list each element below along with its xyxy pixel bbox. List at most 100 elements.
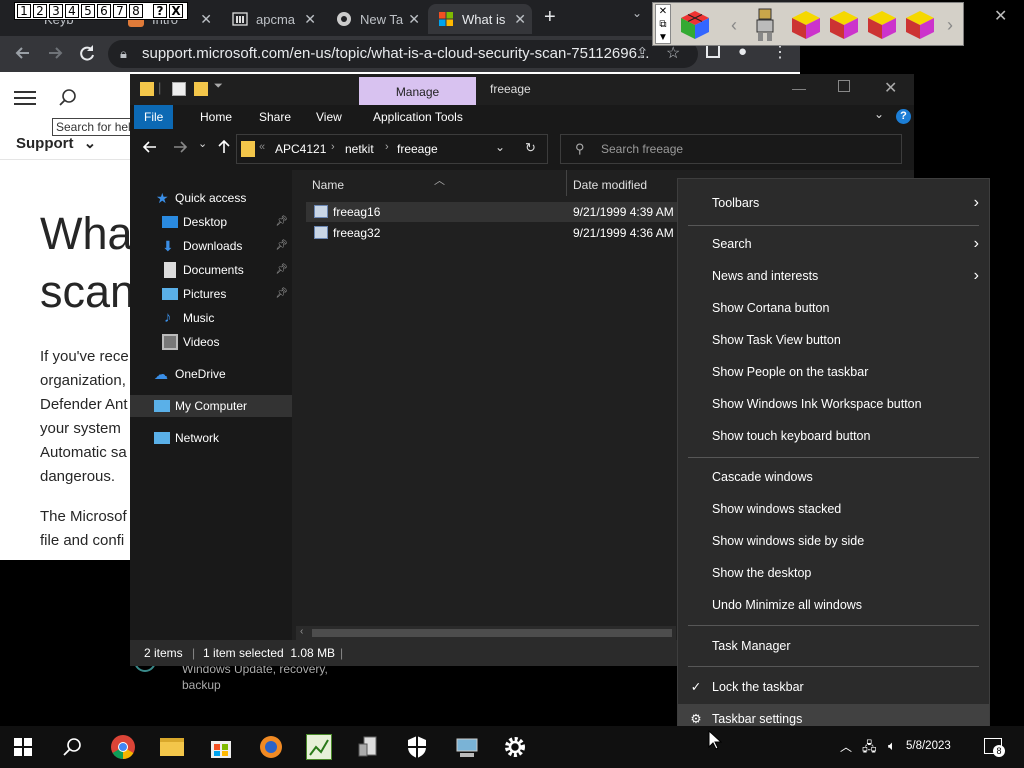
properties-icon[interactable] bbox=[172, 82, 186, 96]
help-button[interactable]: ? bbox=[153, 4, 167, 18]
close-icon[interactable]: ✕ bbox=[304, 11, 316, 28]
hamburger-menu-icon[interactable] bbox=[14, 90, 36, 106]
tab-share[interactable]: Share bbox=[247, 105, 303, 129]
nav-desktop[interactable]: Desktop 📌︎ bbox=[130, 211, 292, 233]
restore-icon[interactable]: ⧉ bbox=[656, 18, 670, 31]
tools-icon[interactable] bbox=[356, 734, 382, 760]
nav-onedrive[interactable]: ☁ OneDrive bbox=[130, 363, 292, 385]
tab-apcma[interactable]: apcma ✕ bbox=[222, 4, 322, 34]
robot-icon[interactable] bbox=[749, 7, 781, 43]
nav-downloads[interactable]: ⬇ Downloads 📌︎ bbox=[130, 235, 292, 257]
pin-icon[interactable]: 📌︎ bbox=[275, 259, 288, 281]
tab-file[interactable]: File bbox=[134, 105, 174, 129]
number-button[interactable]: 8 bbox=[129, 4, 143, 18]
menu-item-task-manager[interactable]: Task Manager bbox=[678, 631, 989, 661]
pin-icon[interactable]: 📌︎ bbox=[275, 283, 288, 305]
chart-app-icon[interactable] bbox=[306, 734, 332, 760]
close-icon[interactable]: ✕ bbox=[994, 6, 1007, 26]
search-icon[interactable] bbox=[58, 88, 78, 108]
store-icon[interactable] bbox=[208, 734, 234, 760]
taskbar-clock-date[interactable]: 5/8/2023 bbox=[906, 740, 951, 752]
nav-quick-access[interactable]: ★ Quick access bbox=[130, 187, 292, 209]
column-divider[interactable] bbox=[566, 170, 567, 196]
chrome-icon[interactable] bbox=[110, 734, 136, 760]
close-icon[interactable]: ✕ bbox=[884, 78, 897, 98]
menu-item-news-and-interests[interactable]: News and interests › bbox=[678, 261, 989, 291]
number-button[interactable]: 5 bbox=[81, 4, 95, 18]
number-button[interactable]: 4 bbox=[65, 4, 79, 18]
forward-arrow-icon[interactable] bbox=[172, 139, 188, 155]
menu-item-toolbars[interactable]: Toolbars › bbox=[678, 188, 989, 218]
cubes-icon[interactable] bbox=[827, 9, 861, 41]
scroll-right-icon[interactable]: › bbox=[947, 15, 953, 36]
scroll-left-icon[interactable]: ‹ bbox=[731, 15, 737, 36]
nav-documents[interactable]: Documents 📌︎ bbox=[130, 259, 292, 281]
menu-item-show-windows-stacked[interactable]: Show windows stacked bbox=[678, 494, 989, 524]
app-icon[interactable] bbox=[258, 734, 284, 760]
file-explorer-icon[interactable] bbox=[160, 738, 184, 756]
expand-ribbon-icon[interactable]: ⌄ bbox=[874, 107, 884, 121]
breadcrumb-freeage[interactable]: freeage bbox=[397, 142, 438, 156]
volume-icon[interactable]: 🔈︎ bbox=[888, 738, 896, 754]
menu-item-lock-taskbar[interactable]: ✓ Lock the taskbar bbox=[678, 672, 989, 702]
close-icon[interactable]: ✕ bbox=[200, 11, 212, 28]
menu-item-show-task-view[interactable]: Show Task View button bbox=[678, 325, 989, 355]
cubes-icon[interactable] bbox=[865, 9, 899, 41]
nav-music[interactable]: ♪ Music bbox=[130, 307, 292, 329]
network-status-icon[interactable]: 🖧︎ bbox=[862, 738, 877, 760]
support-nav-label[interactable]: Support ⌄ bbox=[16, 134, 96, 152]
tab-view[interactable]: View bbox=[304, 105, 354, 129]
pin-icon[interactable]: 📌︎ bbox=[275, 211, 288, 233]
show-hidden-icons-icon[interactable]: ︿ bbox=[840, 738, 852, 755]
menu-item-show-cortana[interactable]: Show Cortana button bbox=[678, 293, 989, 323]
menu-item-undo-minimize[interactable]: Undo Minimize all windows bbox=[678, 590, 989, 620]
share-icon[interactable]: ⇪ bbox=[636, 44, 649, 62]
forward-arrow-icon[interactable] bbox=[44, 42, 66, 64]
reload-icon[interactable] bbox=[76, 42, 98, 64]
close-button[interactable]: X bbox=[169, 4, 183, 18]
nav-videos[interactable]: Videos bbox=[130, 331, 292, 353]
file-row[interactable]: freeag32 9/21/1999 4:36 AM bbox=[306, 223, 686, 243]
menu-item-cascade-windows[interactable]: Cascade windows bbox=[678, 462, 989, 492]
minimize-icon[interactable]: — bbox=[792, 80, 806, 96]
column-header-date[interactable]: Date modified bbox=[573, 178, 647, 192]
customize-toolbar-icon[interactable]: ⏷ bbox=[214, 80, 223, 93]
refresh-icon[interactable]: ↻ bbox=[525, 140, 536, 156]
new-tab-button[interactable]: + bbox=[544, 6, 556, 29]
menu-item-show-touch-keyboard[interactable]: Show touch keyboard button bbox=[678, 421, 989, 451]
tab-home[interactable]: Home bbox=[188, 105, 244, 129]
network-app-icon[interactable] bbox=[454, 734, 480, 760]
address-box[interactable]: « APC4121 › netkit › freeage ⌄ ↻ bbox=[236, 134, 548, 164]
close-icon[interactable]: ✕ bbox=[408, 11, 420, 28]
chevron-down-icon[interactable]: ▼ bbox=[656, 31, 670, 44]
number-button[interactable]: 2 bbox=[33, 4, 47, 18]
horizontal-scrollbar[interactable]: ‹ bbox=[296, 626, 676, 640]
menu-item-show-ink-workspace[interactable]: Show Windows Ink Workspace button bbox=[678, 389, 989, 419]
help-icon[interactable]: ? bbox=[896, 109, 911, 124]
column-header-name[interactable]: Name bbox=[312, 178, 344, 192]
nav-network[interactable]: Network bbox=[130, 427, 292, 449]
nav-pictures[interactable]: Pictures 📌︎ bbox=[130, 283, 292, 305]
cubes-icon[interactable] bbox=[789, 9, 823, 41]
new-folder-icon[interactable] bbox=[194, 82, 208, 96]
search-field[interactable]: ⚲ Search freeage bbox=[560, 134, 902, 164]
search-icon[interactable] bbox=[62, 737, 82, 757]
maximize-icon[interactable] bbox=[838, 80, 850, 92]
number-button[interactable]: 6 bbox=[97, 4, 111, 18]
bookmark-star-icon[interactable]: ☆ bbox=[666, 43, 680, 63]
cubes-icon[interactable] bbox=[903, 9, 937, 41]
menu-item-show-side-by-side[interactable]: Show windows side by side bbox=[678, 526, 989, 556]
tab-search-chevron-icon[interactable]: ⌄ bbox=[632, 6, 642, 20]
menu-item-show-people[interactable]: Show People on the taskbar bbox=[678, 357, 989, 387]
breadcrumb-apc4121[interactable]: APC4121 bbox=[275, 142, 326, 156]
scrollbar-thumb[interactable] bbox=[312, 629, 672, 637]
menu-item-search[interactable]: Search › bbox=[678, 229, 989, 259]
tab-new[interactable]: New Ta ✕ bbox=[326, 4, 426, 34]
notification-icon[interactable]: 8 bbox=[984, 738, 1005, 757]
start-windows-icon[interactable] bbox=[14, 738, 32, 756]
up-arrow-icon[interactable] bbox=[216, 139, 232, 155]
back-arrow-icon[interactable] bbox=[142, 139, 158, 155]
manage-context-tab[interactable]: Manage bbox=[359, 77, 476, 105]
shield-icon[interactable] bbox=[404, 734, 430, 760]
pin-icon[interactable]: 📌︎ bbox=[275, 235, 288, 257]
